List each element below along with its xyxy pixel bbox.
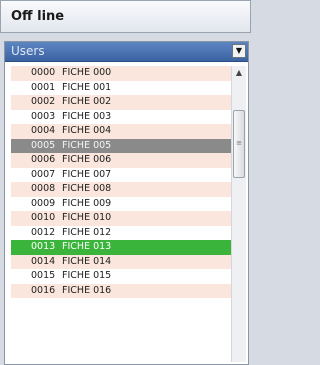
list-item[interactable]: 0016 FICHE 016 xyxy=(11,283,231,298)
header-title: Off line xyxy=(11,9,65,24)
user-code: 0016 xyxy=(31,284,56,296)
user-name: FICHE 008 xyxy=(62,183,112,194)
scrollbar-thumb[interactable]: ≡ xyxy=(233,110,245,178)
users-panel: Users ▼ 0000 FICHE 000 0001 FICHE 001 0002… xyxy=(4,41,249,365)
user-code: 0005 xyxy=(31,139,56,151)
list-item[interactable]: 0008 FICHE 008 xyxy=(11,182,231,197)
list-item[interactable]: 0003 FICHE 003 xyxy=(11,109,231,124)
users-dropdown[interactable]: Users ▼ xyxy=(5,42,248,62)
list-item[interactable]: 0004 FICHE 004 xyxy=(11,124,231,139)
user-code: 0003 xyxy=(31,110,56,122)
user-name: FICHE 012 xyxy=(62,226,112,238)
list-item[interactable]: 0000 FICHE 000 xyxy=(11,66,231,81)
list-item[interactable]: 0013 FICHE 013 xyxy=(11,240,231,255)
window-header: Off line xyxy=(0,0,251,33)
user-name: FICHE 006 xyxy=(62,154,112,165)
list-item[interactable]: 0014 FICHE 014 xyxy=(11,254,231,269)
user-code: 0014 xyxy=(31,255,56,267)
user-name: FICHE 003 xyxy=(62,110,112,122)
users-list[interactable]: 0000 FICHE 000 0001 FICHE 001 0002 FICHE 0… xyxy=(11,66,231,362)
user-code: 0004 xyxy=(31,125,56,136)
list-item[interactable]: 0001 FICHE 001 xyxy=(11,80,231,95)
user-name: FICHE 016 xyxy=(62,284,112,296)
user-code: 0015 xyxy=(31,270,56,281)
list-item[interactable]: 0010 FICHE 010 xyxy=(11,211,231,226)
user-code: 0013 xyxy=(31,241,56,252)
user-name: FICHE 014 xyxy=(62,255,112,267)
user-name: FICHE 010 xyxy=(62,212,112,223)
list-item[interactable]: 0006 FICHE 006 xyxy=(11,153,231,168)
user-name: FICHE 007 xyxy=(62,168,112,180)
user-code: 0007 xyxy=(31,168,56,180)
list-item[interactable]: 0009 FICHE 009 xyxy=(11,196,231,211)
user-name: FICHE 015 xyxy=(62,270,112,281)
user-name: FICHE 001 xyxy=(62,81,112,93)
user-name: FICHE 013 xyxy=(62,241,112,252)
user-code: 0000 xyxy=(31,67,56,78)
user-name: FICHE 005 xyxy=(62,139,112,151)
list-item[interactable]: 0005 FICHE 005 xyxy=(11,138,231,153)
list-item[interactable]: 0012 FICHE 012 xyxy=(11,225,231,240)
chevron-down-icon[interactable]: ▼ xyxy=(232,44,246,58)
user-code: 0006 xyxy=(31,154,56,165)
list-item[interactable]: 0007 FICHE 007 xyxy=(11,167,231,182)
user-name: FICHE 002 xyxy=(62,96,112,107)
user-name: FICHE 009 xyxy=(62,197,112,209)
list-item[interactable]: 0015 FICHE 015 xyxy=(11,269,231,284)
list-scrollbar[interactable]: ▲ ≡ xyxy=(231,66,246,362)
user-code: 0001 xyxy=(31,81,56,93)
user-code: 0009 xyxy=(31,197,56,209)
users-dropdown-label: Users xyxy=(11,44,45,58)
user-code: 0010 xyxy=(31,212,56,223)
user-code: 0008 xyxy=(31,183,56,194)
user-name: FICHE 000 xyxy=(62,67,112,78)
list-item[interactable]: 0002 FICHE 002 xyxy=(11,95,231,110)
user-code: 0012 xyxy=(31,226,56,238)
scroll-up-icon[interactable]: ▲ xyxy=(232,66,246,80)
user-name: FICHE 004 xyxy=(62,125,112,136)
grip-icon: ≡ xyxy=(236,139,242,147)
user-code: 0002 xyxy=(31,96,56,107)
